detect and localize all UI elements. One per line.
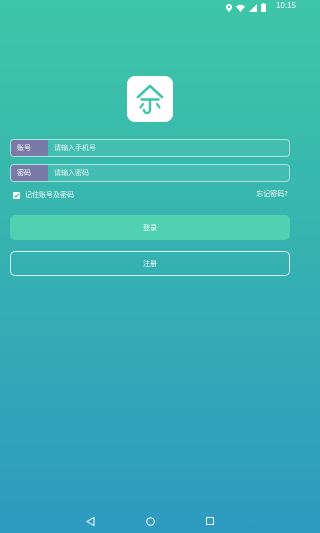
- system-nav-bar: [0, 509, 300, 533]
- password-field: 密码: [10, 164, 290, 182]
- status-icons: [226, 3, 266, 12]
- remember-credentials[interactable]: 记住账号及密码: [13, 190, 74, 200]
- location-icon: [226, 3, 232, 12]
- register-button[interactable]: 注册: [10, 251, 290, 276]
- remember-checkbox[interactable]: [13, 191, 20, 199]
- status-bar: 10:15: [0, 0, 300, 14]
- password-label: 密码: [11, 165, 48, 181]
- back-icon[interactable]: [85, 516, 95, 526]
- password-input[interactable]: [48, 165, 289, 181]
- login-button[interactable]: 登录: [10, 215, 290, 240]
- remember-label: 记住账号及密码: [25, 191, 74, 199]
- account-label: 账号: [11, 140, 48, 156]
- clock: 10:15: [275, 1, 296, 10]
- wifi-icon: [236, 4, 245, 12]
- signal-icon: [249, 3, 257, 12]
- account-input[interactable]: [48, 140, 289, 156]
- account-field: 账号: [10, 139, 290, 157]
- umbrella-house-logo-icon: [136, 84, 164, 115]
- battery-icon: [261, 3, 266, 12]
- forgot-password-link[interactable]: 忘记密码?: [256, 189, 288, 199]
- check-icon: [13, 192, 20, 198]
- home-icon[interactable]: [146, 516, 155, 526]
- recents-icon[interactable]: [206, 517, 215, 525]
- app-logo: [127, 76, 173, 122]
